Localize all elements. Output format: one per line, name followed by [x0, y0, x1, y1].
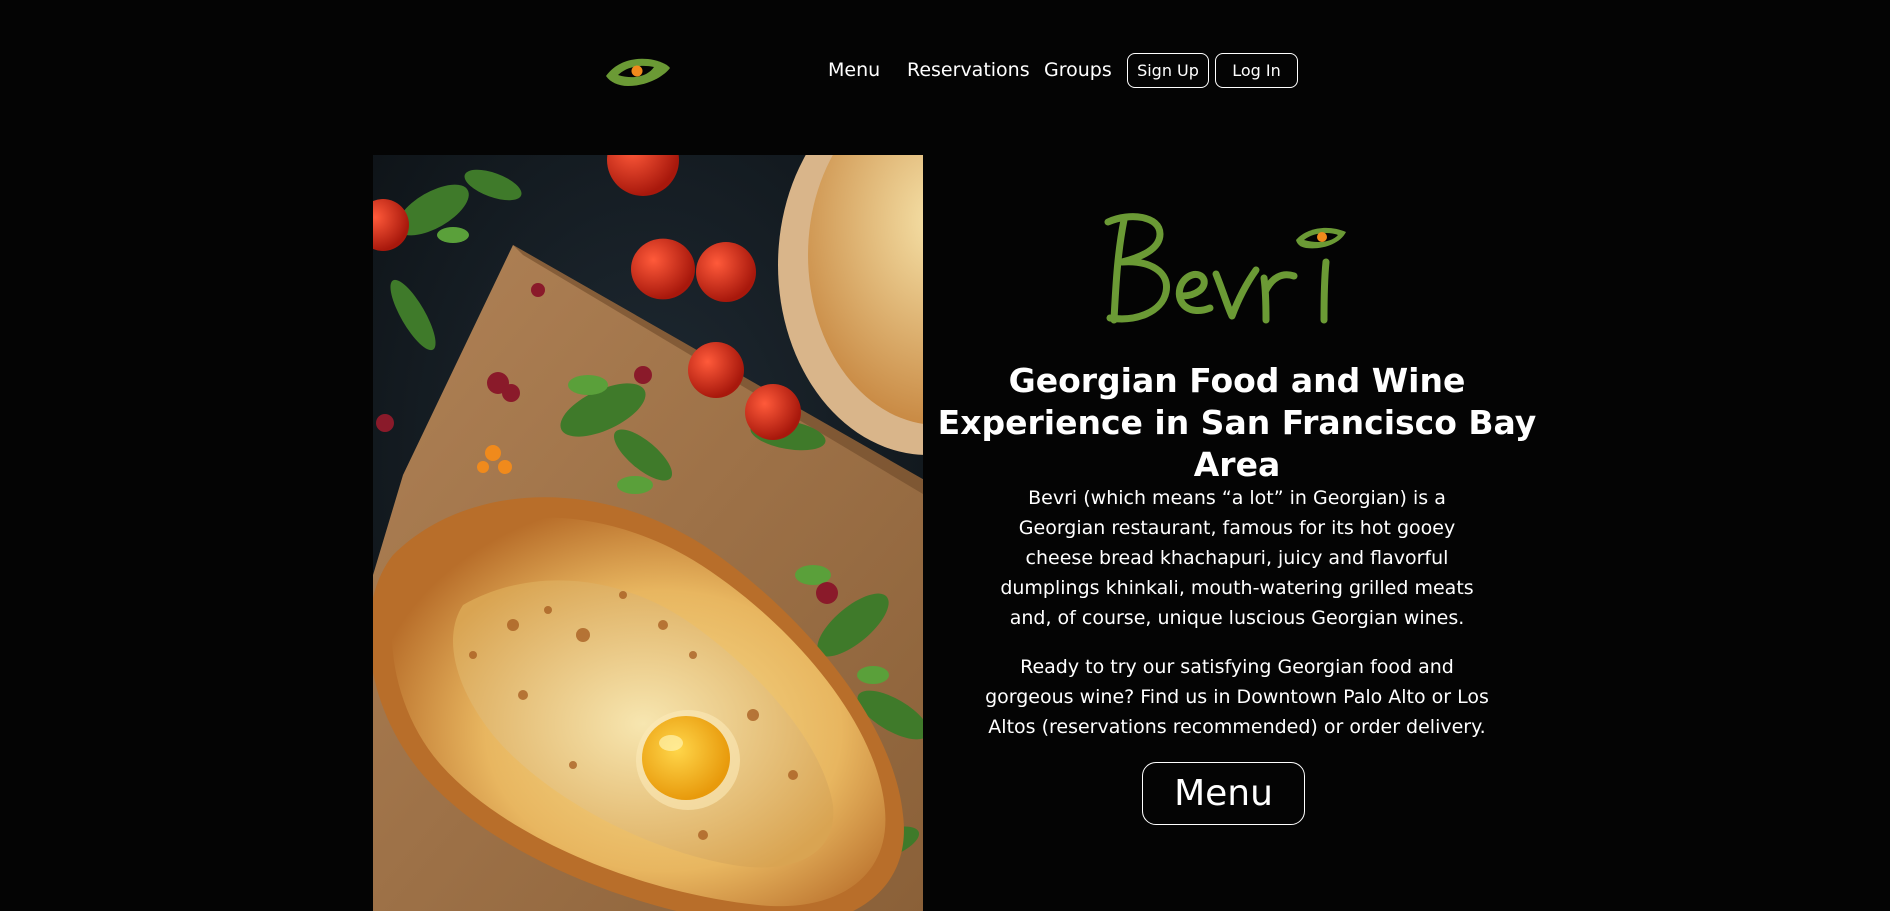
nav-menu-link[interactable]: Menu	[828, 58, 880, 82]
nav-groups-link[interactable]: Groups	[1044, 58, 1112, 82]
bevri-logo	[1100, 210, 1350, 330]
page: Menu Reservations Groups Sign Up Log In	[0, 0, 1890, 911]
menu-cta-button[interactable]: Menu	[1142, 762, 1305, 825]
main-nav: Menu Reservations Groups Sign Up Log In	[0, 52, 1890, 90]
cta-paragraph: Ready to try our satisfying Georgian foo…	[985, 656, 1489, 738]
sign-up-button[interactable]: Sign Up	[1127, 53, 1209, 88]
khachapuri-photo	[373, 155, 923, 911]
hero-headline: Georgian Food and Wine Experience in San…	[937, 361, 1537, 484]
bevri-wordmark	[1104, 213, 1346, 324]
intro-paragraph: Bevri (which means “a lot” in Georgian) …	[1000, 487, 1474, 629]
nav-reservations-link[interactable]: Reservations	[907, 58, 1030, 82]
log-in-button[interactable]: Log In	[1215, 53, 1298, 88]
